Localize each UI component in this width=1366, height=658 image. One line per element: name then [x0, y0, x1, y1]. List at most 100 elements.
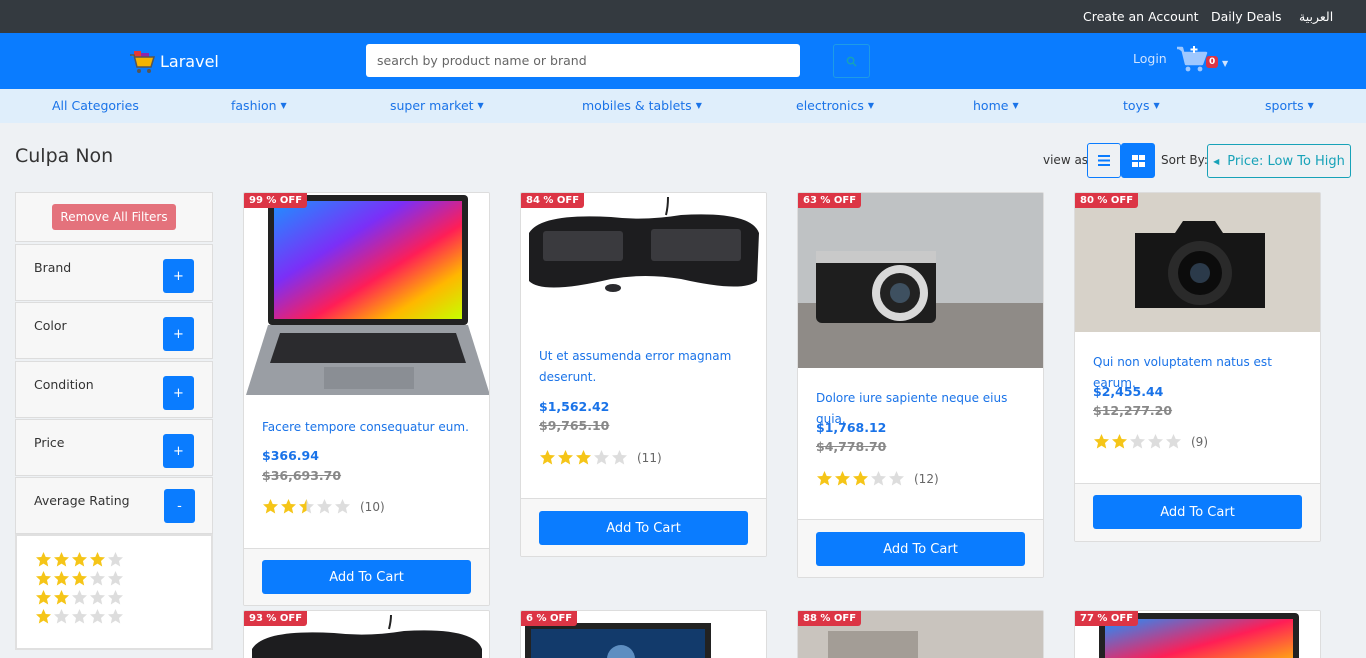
- filter-color: Color +: [15, 302, 213, 359]
- cart-logo-icon: [130, 51, 156, 73]
- nav-sports[interactable]: sports ▼: [1265, 98, 1314, 113]
- star-icon: [72, 590, 87, 605]
- nav-home-label: home: [973, 98, 1009, 113]
- caret-down-icon: ▼: [1012, 101, 1019, 110]
- nav-fashion[interactable]: fashion ▼: [231, 98, 287, 113]
- discount-badge: 80 % OFF: [1075, 193, 1139, 208]
- dslr-camera-image: [1075, 193, 1320, 332]
- discount-badge: 88 % OFF: [798, 611, 862, 626]
- star-icon: [612, 450, 627, 465]
- product-card: 93 % OFF: [243, 610, 490, 658]
- product-title[interactable]: Ut et assumenda error magnam deserunt.: [539, 346, 748, 388]
- list-view-button[interactable]: [1087, 143, 1121, 178]
- nav-home[interactable]: home ▼: [973, 98, 1019, 113]
- list-view-icon: [1098, 155, 1110, 166]
- star-icon: [576, 450, 591, 465]
- remove-all-filters-button[interactable]: Remove All Filters: [52, 204, 176, 230]
- star-icon: [90, 590, 105, 605]
- product-image[interactable]: [798, 193, 1043, 368]
- nav-mobiles-tablets[interactable]: mobiles & tablets ▼: [582, 98, 702, 113]
- star-icon: [263, 499, 278, 514]
- login-link[interactable]: Login: [1133, 51, 1167, 66]
- product-image[interactable]: [244, 193, 489, 398]
- caret-down-icon: ▼: [477, 101, 484, 110]
- expand-price-button[interactable]: +: [163, 434, 194, 468]
- star-icon: [90, 609, 105, 624]
- camera-image: [798, 193, 1043, 368]
- add-to-cart-button[interactable]: Add To Cart: [539, 511, 748, 545]
- search-input[interactable]: [366, 44, 800, 77]
- star-icon: [1094, 434, 1109, 449]
- star-icon: [1166, 434, 1181, 449]
- page-title: Culpa Non: [15, 145, 114, 167]
- rating-option[interactable]: [35, 551, 124, 568]
- discount-badge: 84 % OFF: [521, 193, 585, 208]
- product-image[interactable]: [1075, 193, 1320, 332]
- rating-option[interactable]: [35, 608, 124, 625]
- nav-toys[interactable]: toys ▼: [1123, 98, 1160, 113]
- sort-by-label: Sort By:: [1161, 153, 1208, 167]
- caret-down-icon: ▼: [695, 101, 702, 110]
- expand-brand-button[interactable]: +: [163, 259, 194, 293]
- nav-electronics-label: electronics: [796, 98, 864, 113]
- product-card: 63 % OFF Dolore iure sapiente neque eius…: [797, 192, 1044, 578]
- filter-price: Price +: [15, 419, 213, 476]
- create-account-link[interactable]: Create an Account: [1083, 9, 1199, 24]
- product-card: 6 % OFF: [520, 610, 767, 658]
- grid-view-icon: [1131, 154, 1145, 167]
- filter-label: Price: [34, 435, 65, 450]
- cart-icon: [1177, 46, 1208, 72]
- product-price: $366.94: [262, 448, 319, 463]
- discount-badge: 93 % OFF: [244, 611, 308, 626]
- star-icon: [72, 552, 87, 567]
- filter-average-rating: Average Rating -: [15, 477, 213, 534]
- discount-badge: 99 % OFF: [244, 193, 308, 208]
- filter-brand: Brand +: [15, 244, 213, 301]
- star-icon: [90, 571, 105, 586]
- filter-condition: Condition +: [15, 361, 213, 418]
- star-icon: [817, 471, 832, 486]
- product-old-price: $36,693.70: [262, 468, 342, 483]
- add-to-cart-button[interactable]: Add To Cart: [262, 560, 471, 594]
- collapse-rating-button[interactable]: -: [164, 489, 195, 523]
- language-link[interactable]: العربية: [1299, 9, 1333, 24]
- cart-button[interactable]: 0 ▼: [1176, 45, 1230, 75]
- expand-color-button[interactable]: +: [163, 317, 194, 351]
- nav-super-market-label: super market: [390, 98, 474, 113]
- grid-view-button[interactable]: [1121, 143, 1155, 178]
- product-card: 84 % OFF Ut et assumenda error magnam de…: [520, 192, 767, 557]
- daily-deals-link[interactable]: Daily Deals: [1211, 9, 1282, 24]
- caret-down-icon: ▼: [1307, 101, 1314, 110]
- expand-condition-button[interactable]: +: [163, 376, 194, 410]
- product-card: 88 % OFF: [797, 610, 1044, 658]
- filter-label: Average Rating: [34, 493, 130, 508]
- product-price: $2,455.44: [1093, 384, 1164, 399]
- remove-filters-section: Remove All Filters: [15, 192, 213, 242]
- star-icon: [36, 552, 51, 567]
- sort-dropdown[interactable]: ◀ Price: Low To High: [1207, 144, 1351, 178]
- brand-logo[interactable]: Laravel: [128, 46, 219, 76]
- add-to-cart-button[interactable]: Add To Cart: [1093, 495, 1302, 529]
- product-card: 80 % OFF Qui non voluptatem natus est ea…: [1074, 192, 1321, 542]
- product-price: $1,562.42: [539, 399, 610, 414]
- search-button[interactable]: [833, 44, 870, 78]
- cart-dropdown-caret-icon[interactable]: ▼: [1222, 59, 1228, 68]
- add-to-cart-button[interactable]: Add To Cart: [816, 532, 1025, 566]
- product-old-price: $4,778.70: [816, 439, 887, 454]
- star-icon: [108, 590, 123, 605]
- rating-option[interactable]: [35, 589, 124, 606]
- star-icon: [36, 609, 51, 624]
- rating-option[interactable]: [35, 570, 124, 587]
- view-as-label: view as: [1043, 153, 1089, 167]
- nav-super-market[interactable]: super market ▼: [390, 98, 484, 113]
- star-icon: [281, 499, 296, 514]
- nav-all-categories[interactable]: All Categories: [52, 98, 139, 113]
- product-title[interactable]: Facere tempore consequatur eum.: [262, 417, 471, 438]
- product-image[interactable]: [521, 193, 766, 323]
- product-card: 99 % OFF Facere tempore consequatur eum.…: [243, 192, 490, 606]
- product-rating: (9): [1093, 433, 1208, 450]
- product-price: $1,768.12: [816, 420, 887, 435]
- product-rating: (10): [262, 498, 385, 515]
- nav-electronics[interactable]: electronics ▼: [796, 98, 874, 113]
- laptop-image: [246, 195, 489, 395]
